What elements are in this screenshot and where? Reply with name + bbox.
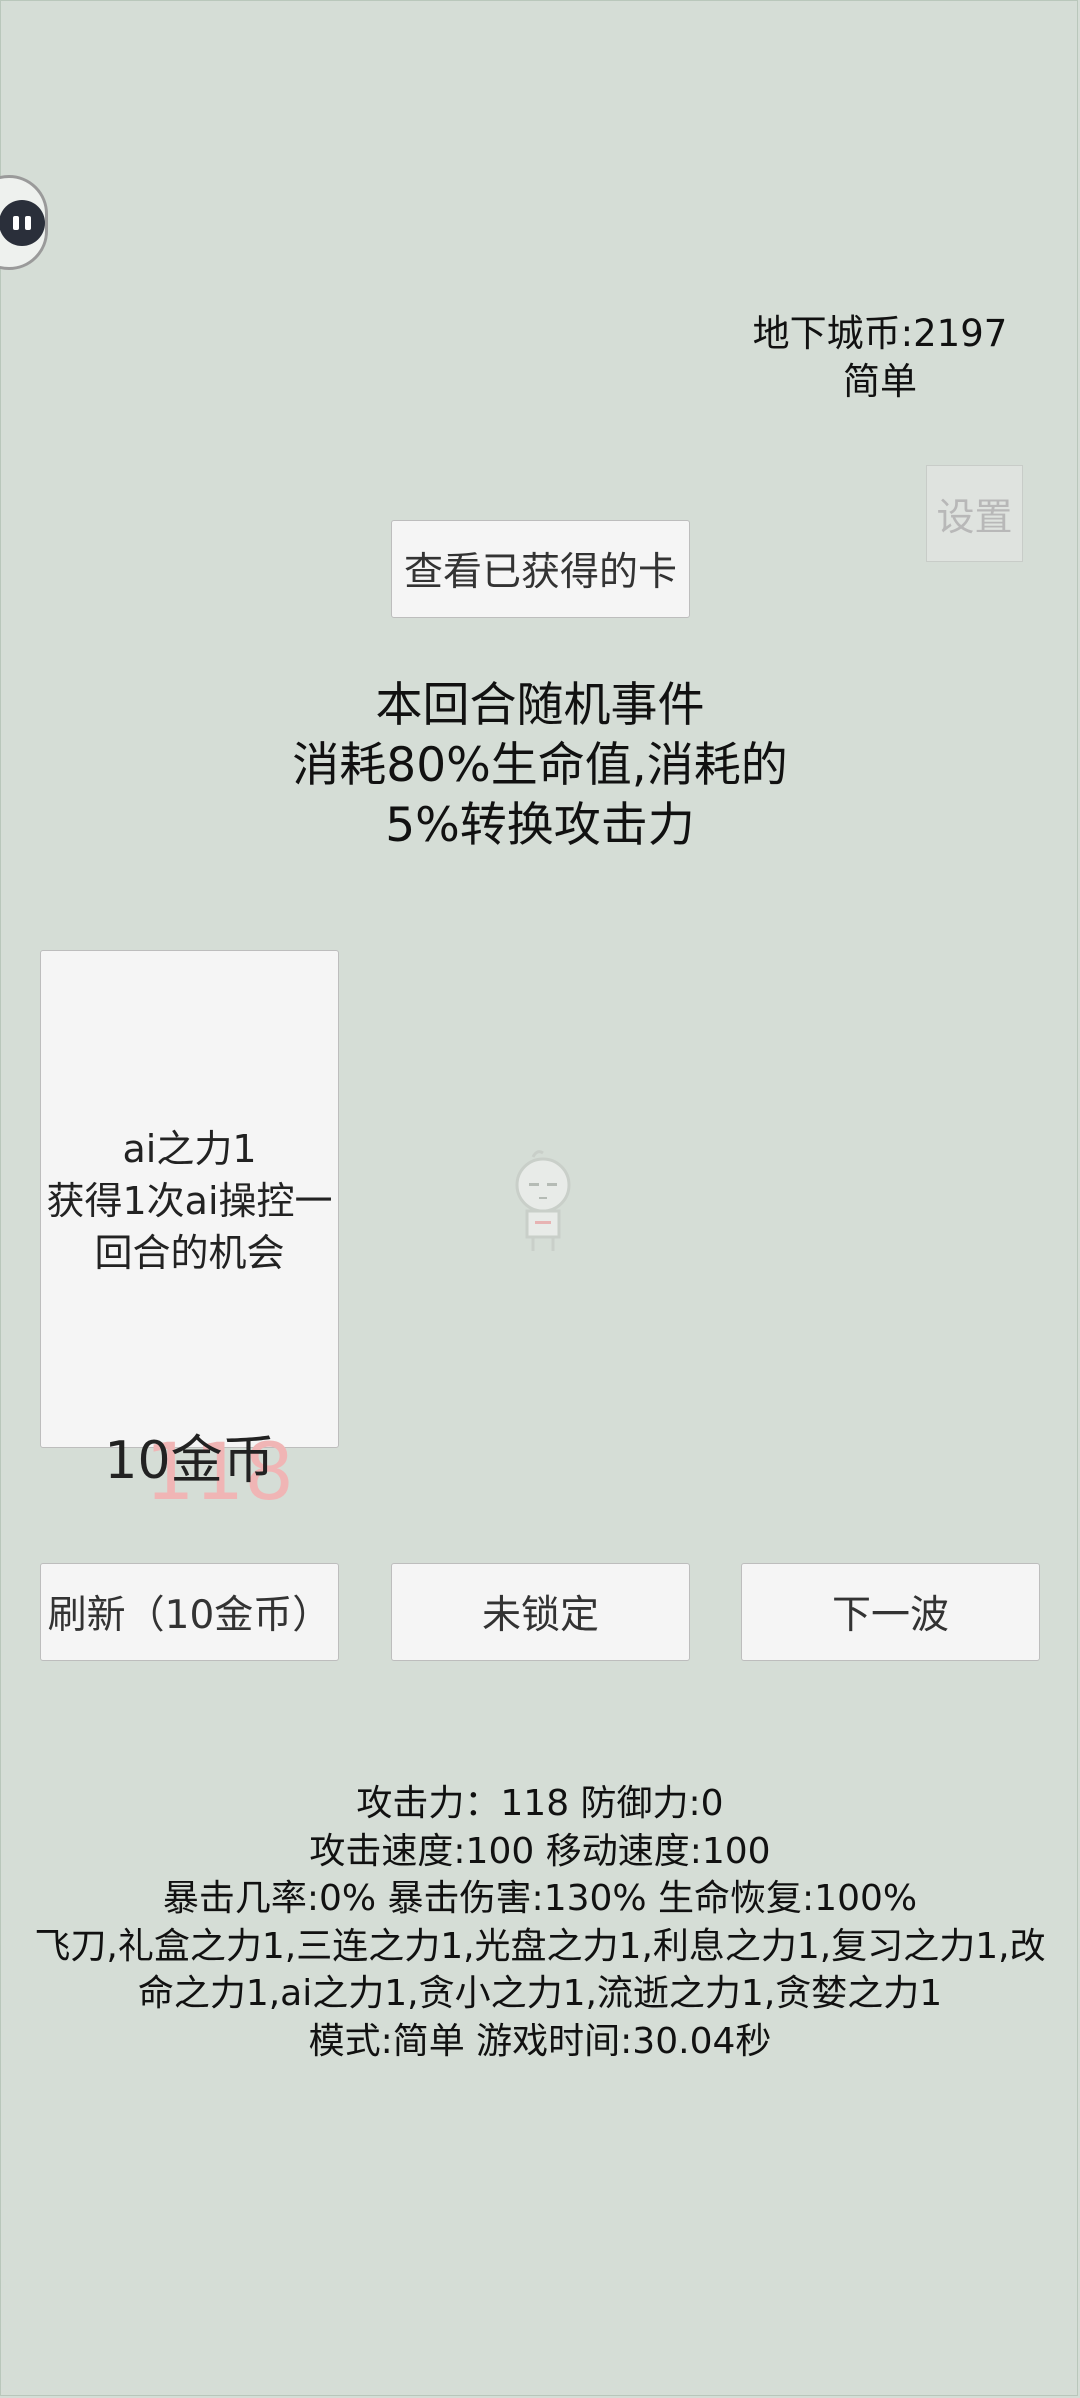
- pause-icon: [0, 199, 45, 246]
- card-description-line2: 回合的机会: [94, 1231, 285, 1275]
- stats-crit-regen: 暴击几率:0% 暴击伤害:130% 生命恢复:100%: [162, 1878, 918, 1919]
- view-cards-button[interactable]: 查看已获得的卡: [391, 520, 690, 618]
- random-event-panel: 本回合随机事件 消耗80%生命值,消耗的 5%转换攻击力: [200, 676, 880, 856]
- card-description-line1: 获得1次ai操控一: [46, 1179, 333, 1223]
- player-stats-panel: 攻击力：118 防御力:0 攻击速度:100 移动速度:100 暴击几率:0% …: [30, 1780, 1050, 2065]
- stats-mode-time: 模式:简单 游戏时间:30.04秒: [308, 2020, 772, 2062]
- player-character-sprite: [515, 1150, 571, 1251]
- currency-panel: 地下城币:2197 简单: [740, 310, 1020, 406]
- next-wave-button[interactable]: 下一波: [741, 1563, 1040, 1661]
- stats-attack-defense: 攻击力：118 防御力:0: [356, 1783, 724, 1824]
- refresh-button[interactable]: 刷新（10金币）: [40, 1563, 339, 1661]
- event-title: 本回合随机事件: [375, 678, 705, 733]
- stats-cards-line2: 命之力1,ai之力1,贪小之力1,流逝之力1,贪婪之力1: [137, 1973, 943, 2014]
- difficulty-label: 简单: [843, 360, 917, 403]
- card-price: 10金币: [104, 1431, 275, 1491]
- dungeon-coin-count: 地下城币:2197: [752, 312, 1008, 355]
- event-description-line1: 消耗80%生命值,消耗的: [292, 738, 788, 793]
- event-description-line2: 5%转换攻击力: [385, 798, 695, 853]
- lock-toggle-button[interactable]: 未锁定: [391, 1563, 690, 1661]
- settings-button[interactable]: 设置: [926, 465, 1023, 562]
- stats-speed: 攻击速度:100 移动速度:100: [309, 1830, 771, 1872]
- stats-cards-line1: 飞刀,礼盒之力1,三连之力1,光盘之力1,利息之力1,复习之力1,改: [34, 1925, 1046, 1967]
- shop-card[interactable]: ai之力1 获得1次ai操控一 回合的机会: [40, 950, 339, 1448]
- card-name: ai之力1: [122, 1127, 257, 1171]
